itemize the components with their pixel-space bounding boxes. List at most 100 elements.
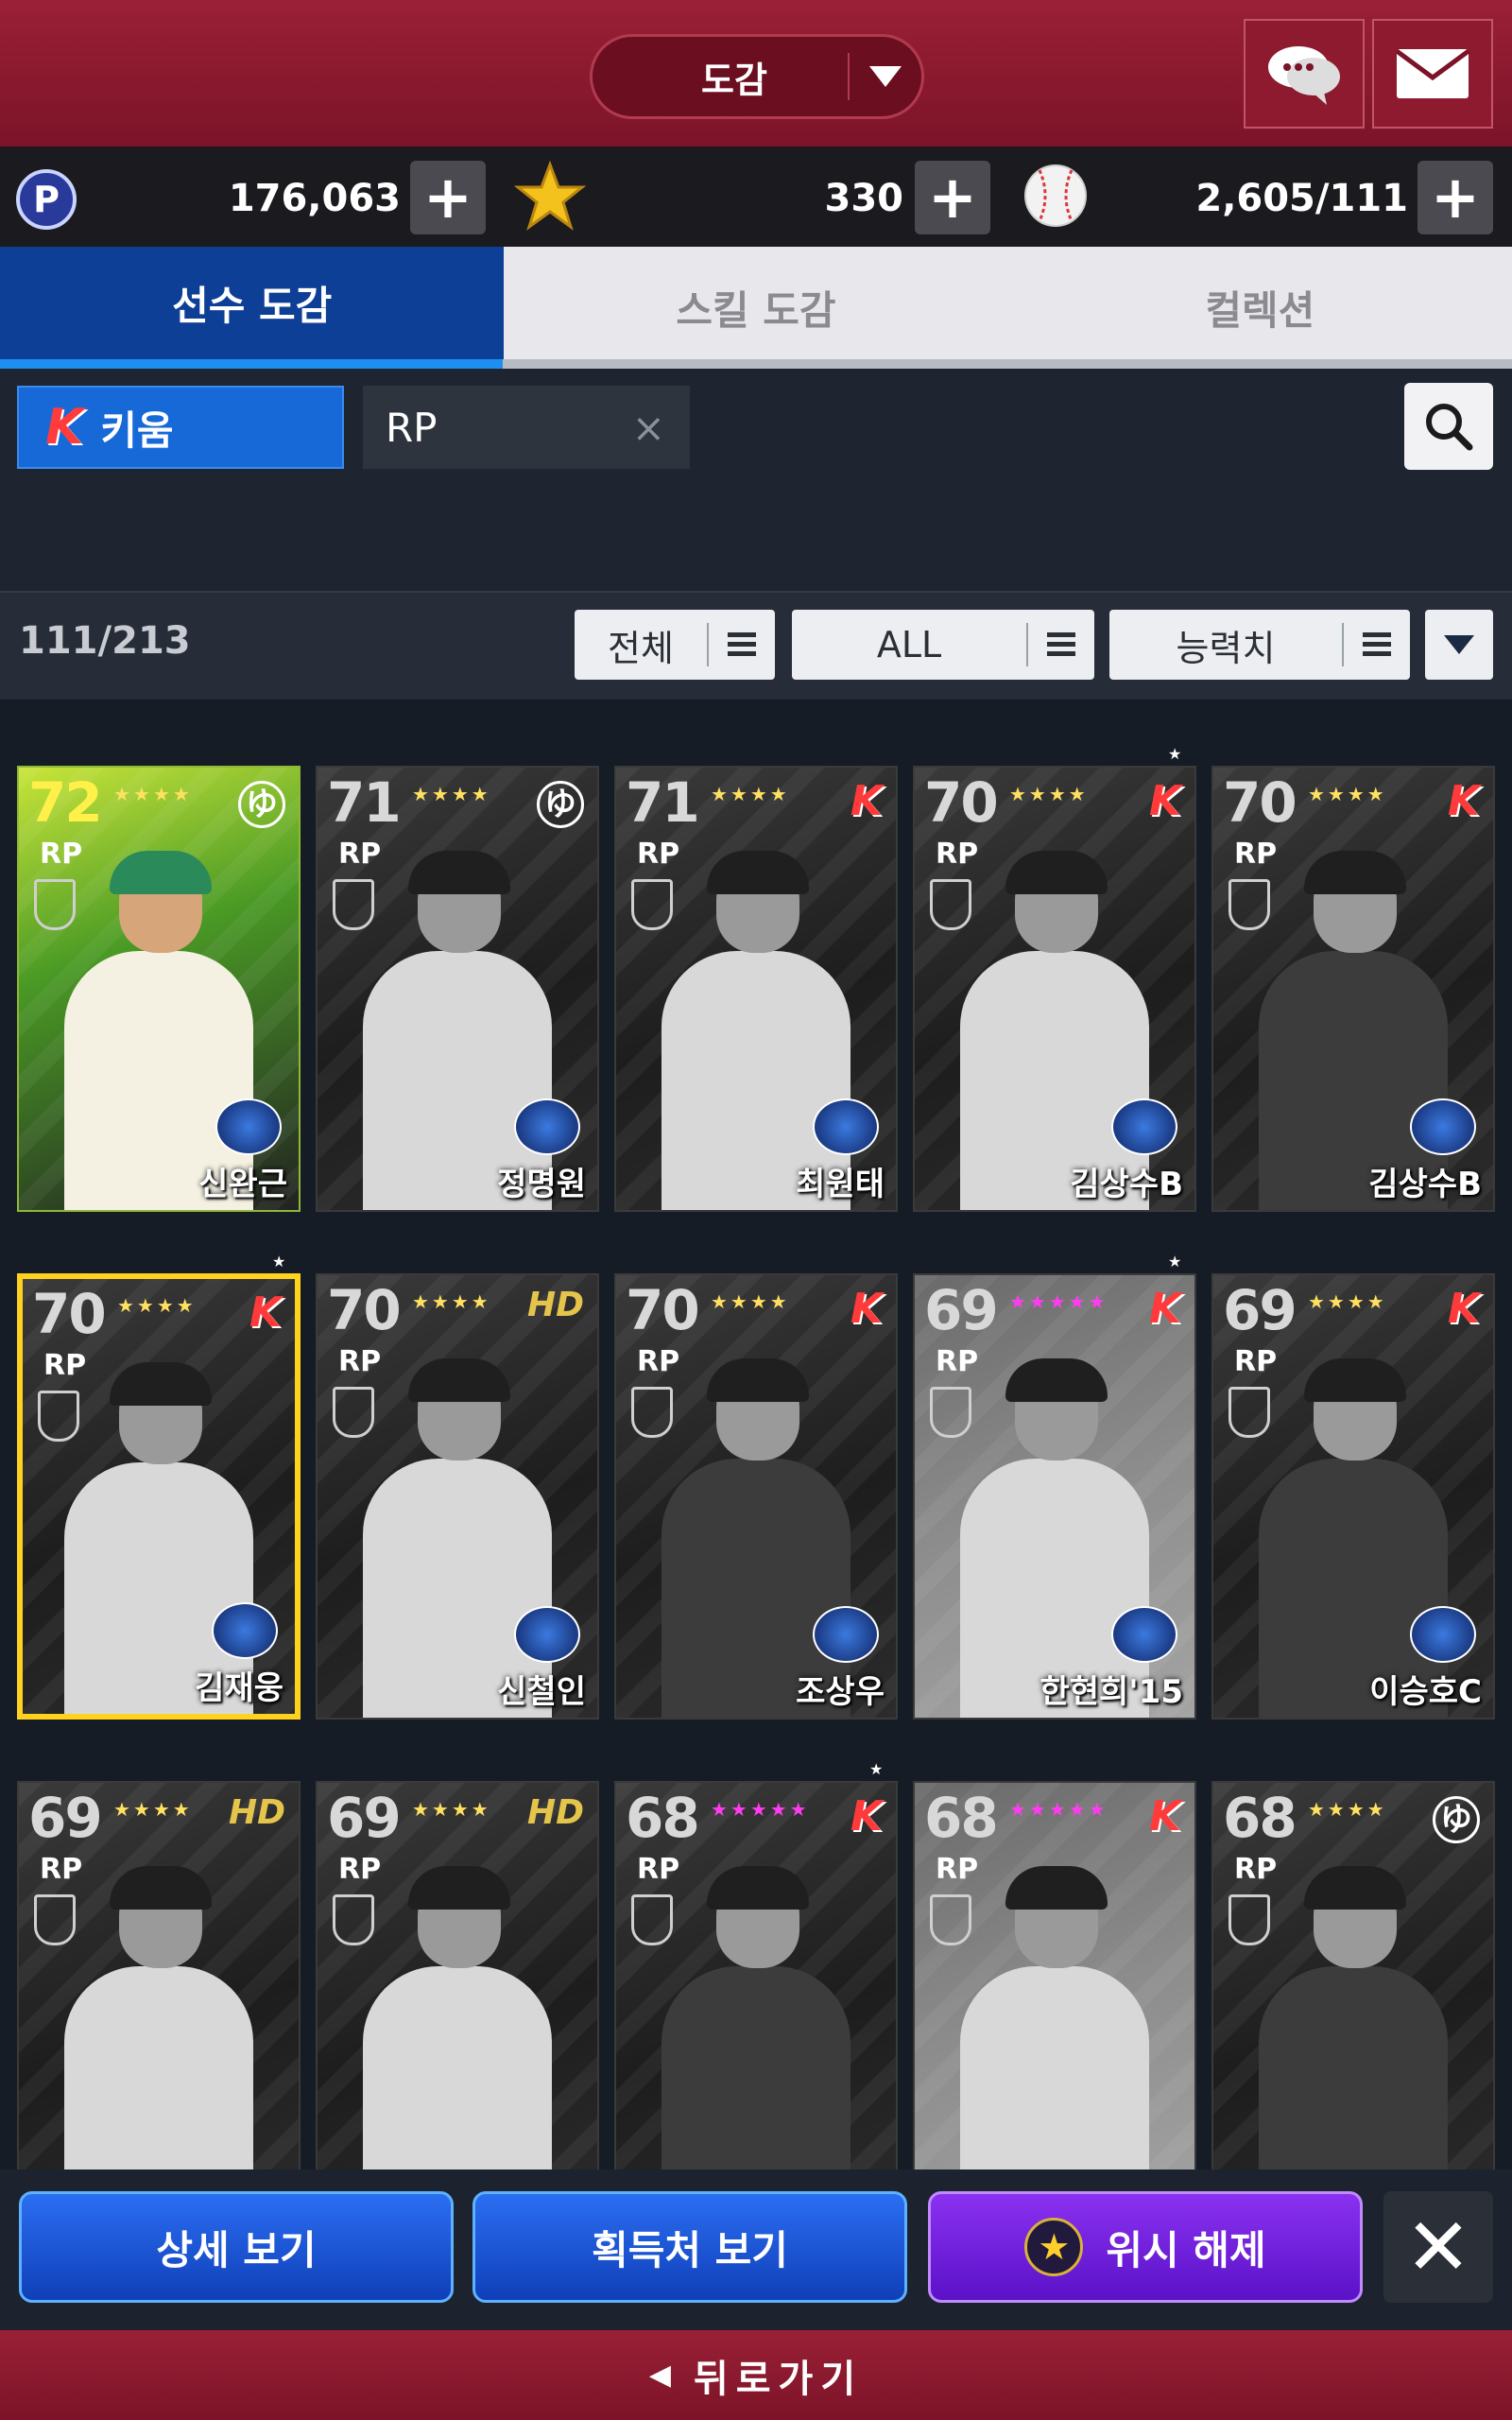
tab-skill-collection[interactable]: 스킬 도감 xyxy=(504,247,1008,369)
close-button[interactable]: ✕ xyxy=(1383,2191,1493,2303)
position-filter-chip[interactable]: RP × xyxy=(363,386,690,469)
view-detail-button[interactable]: 상세 보기 xyxy=(19,2191,454,2303)
card-stars: ★★★★ xyxy=(1308,1798,1387,1821)
shield-icon xyxy=(930,1894,971,1945)
team-logo-icon: K xyxy=(1148,1792,1181,1841)
card-position: RP xyxy=(1234,1345,1278,1378)
card-overall: 71 xyxy=(327,770,402,835)
card-stars: ★★★★ xyxy=(711,783,790,805)
card-type-badge-icon xyxy=(1111,1098,1177,1155)
player-cap xyxy=(1304,851,1406,894)
card-overall: 68 xyxy=(1223,1786,1297,1850)
points-icon: P xyxy=(16,169,77,230)
team-logo-icon: K xyxy=(1447,777,1480,825)
card-position: RP xyxy=(637,1345,680,1378)
team-logo-icon: K xyxy=(850,1792,883,1841)
team-logo-icon: K xyxy=(1447,1285,1480,1333)
card-position: RP xyxy=(936,838,979,871)
title-dropdown[interactable]: 도감 xyxy=(590,34,924,119)
back-button[interactable]: ◀ 뒤로가기 xyxy=(0,2330,1512,2420)
card-stars: ★★★★ xyxy=(113,1798,193,1821)
view-source-button[interactable]: 획득처 보기 xyxy=(472,2191,907,2303)
player-card[interactable]: 70 RP ★★★★ K 김재웅 xyxy=(17,1273,301,1720)
player-card[interactable]: 71 RP ★★★★ ゆ 정명원 xyxy=(316,766,599,1212)
player-cap xyxy=(1304,1866,1406,1910)
card-overall: 70 xyxy=(1223,770,1297,835)
player-card[interactable]: 71 RP ★★★★ K 최원태 xyxy=(614,766,898,1212)
card-stars: ★★★★★ xyxy=(1009,1290,1108,1313)
sort-direction-button[interactable] xyxy=(1425,610,1493,680)
grade-filter-dropdown[interactable]: 전체 xyxy=(575,610,775,680)
card-stars: ★★★★ xyxy=(412,1290,491,1313)
balls-value: 2,605/111 xyxy=(1195,177,1408,220)
player-card[interactable]: 68 RP ★★★★★ K xyxy=(913,1781,1196,2227)
player-cap xyxy=(110,1866,212,1910)
kiwoom-logo-icon: K xyxy=(45,399,84,456)
player-cap xyxy=(1005,1866,1108,1910)
search-icon xyxy=(1426,404,1473,451)
card-type-badge-icon xyxy=(1410,1606,1476,1663)
add-points-button[interactable]: + xyxy=(410,161,486,234)
chevron-down-icon xyxy=(1444,635,1474,654)
wish-star-icon: ★ xyxy=(869,1760,884,1778)
card-stars: ★★★★ xyxy=(1009,783,1089,805)
add-balls-button[interactable]: + xyxy=(1418,161,1493,234)
shield-icon xyxy=(333,879,374,930)
player-card[interactable]: 69 RP ★★★★ HD xyxy=(316,1781,599,2227)
back-label: 뒤로가기 xyxy=(693,2357,864,2401)
chevron-down-icon xyxy=(850,66,921,87)
card-overall: 70 xyxy=(327,1278,402,1342)
card-overall: 71 xyxy=(626,770,700,835)
add-stars-button[interactable]: + xyxy=(915,161,990,234)
envelope-icon xyxy=(1395,48,1470,98)
card-stars: ★★★★ xyxy=(1308,1290,1387,1313)
card-stars: ★★★★ xyxy=(1308,783,1387,805)
chat-button[interactable] xyxy=(1244,19,1365,129)
view-source-label: 획득처 보기 xyxy=(592,2226,788,2273)
tab-collection[interactable]: 컬렉션 xyxy=(1007,247,1512,369)
remove-wish-button[interactable]: ★ 위시 해제 xyxy=(928,2191,1363,2303)
clear-icon[interactable]: × xyxy=(632,405,665,451)
card-overall: 68 xyxy=(924,1786,999,1850)
star-icon xyxy=(514,161,586,231)
shield-icon xyxy=(631,1387,673,1438)
player-card[interactable]: 68 RP ★★★★★ K xyxy=(614,1781,898,2227)
wish-star-icon: ★ xyxy=(1024,2218,1084,2276)
tab-player-collection[interactable]: 선수 도감 xyxy=(0,247,505,369)
shield-icon xyxy=(38,1391,79,1442)
remove-wish-label: 위시 해제 xyxy=(1106,2226,1266,2273)
type-filter-label: ALL xyxy=(876,624,942,666)
team-logo-icon: ゆ xyxy=(537,781,584,828)
team-filter-label: 키움 xyxy=(100,406,174,454)
card-player-name: 한현희'15 xyxy=(1040,1673,1183,1711)
player-card[interactable]: 68 RP ★★★★ ゆ xyxy=(1211,1781,1495,2227)
shield-icon xyxy=(631,879,673,930)
mail-button[interactable] xyxy=(1372,19,1493,129)
team-logo-icon: ゆ xyxy=(1433,1796,1480,1843)
player-card[interactable]: 69 RP ★★★★ HD xyxy=(17,1781,301,2227)
sort-order-dropdown[interactable]: 능력치 xyxy=(1109,610,1410,680)
player-card[interactable]: 70 RP ★★★★ K 김상수B xyxy=(1211,766,1495,1212)
tab-bar: 선수 도감 스킬 도감 컬렉션 xyxy=(0,247,1512,369)
player-cap xyxy=(408,1358,510,1402)
wish-star-icon: ★ xyxy=(1168,745,1182,763)
points-value: 176,063 xyxy=(228,177,401,220)
player-cap xyxy=(110,1362,212,1406)
team-filter-chip[interactable]: K 키움 xyxy=(17,386,344,469)
team-logo-icon: K xyxy=(1148,777,1181,825)
card-player-name: 조상우 xyxy=(796,1673,885,1711)
player-card[interactable]: 70 RP ★★★★ K 김상수B xyxy=(913,766,1196,1212)
player-card[interactable]: 72 RP ★★★★ ゆ 신완근 xyxy=(17,766,301,1212)
chat-icon xyxy=(1268,46,1340,105)
player-card[interactable]: 69 RP ★★★★★ K 한현희'15 xyxy=(913,1273,1196,1720)
player-card[interactable]: 70 RP ★★★★ HD 신철인 xyxy=(316,1273,599,1720)
card-stars: ★★★★ xyxy=(117,1294,197,1317)
card-type-badge-icon xyxy=(514,1606,580,1663)
card-position: RP xyxy=(338,1345,382,1378)
player-card[interactable]: 69 RP ★★★★ K 이승호C xyxy=(1211,1273,1495,1720)
search-button[interactable] xyxy=(1404,383,1493,470)
type-filter-dropdown[interactable]: ALL xyxy=(792,610,1094,680)
player-card[interactable]: 70 RP ★★★★ K 조상우 xyxy=(614,1273,898,1720)
player-cap xyxy=(1005,851,1108,894)
shield-icon xyxy=(34,879,76,930)
